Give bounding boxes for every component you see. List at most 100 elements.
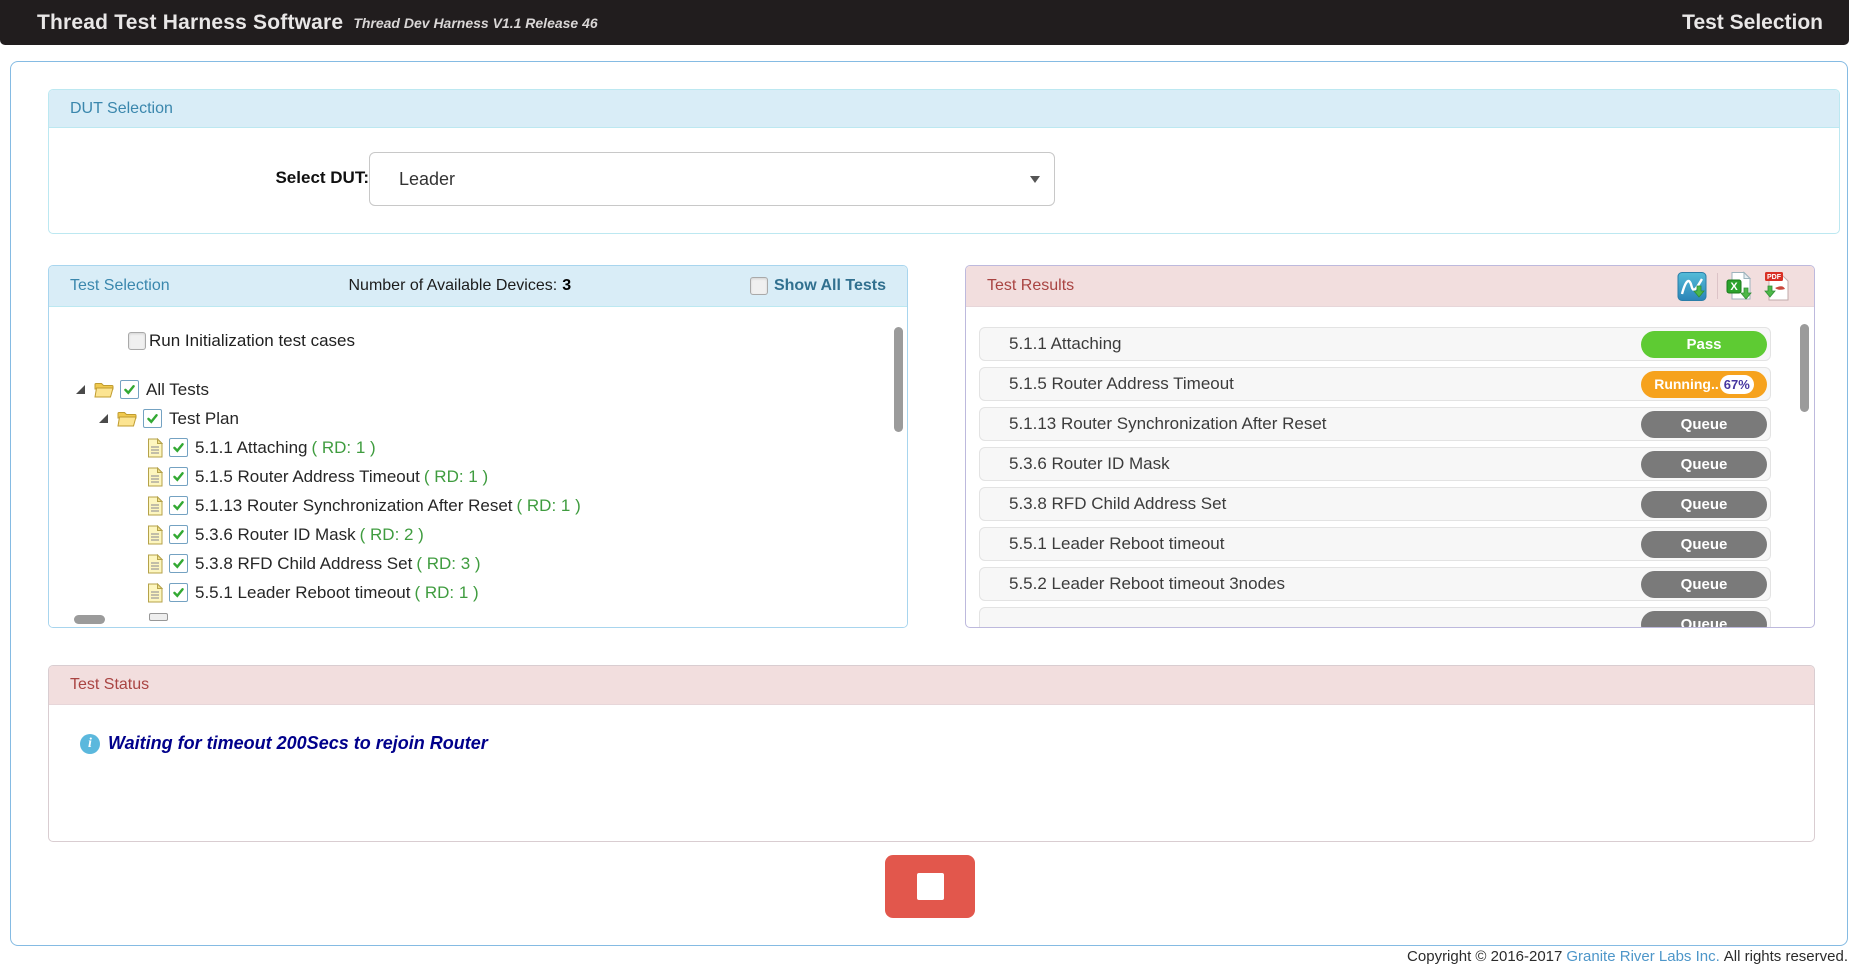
document-icon bbox=[147, 525, 163, 545]
test-label: 5.3.8 RFD Child Address Set( RD: 3 ) bbox=[195, 554, 481, 574]
test-results-body: 5.1.1 Attaching Pass 5.1.5 Router Addres… bbox=[966, 307, 1814, 627]
devices-label: Number of Available Devices: bbox=[348, 277, 557, 294]
status-badge: Pass bbox=[1641, 331, 1767, 358]
select-dut-label: Select DUT: bbox=[169, 168, 369, 188]
granite-river-labs-link[interactable]: Granite River Labs Inc. bbox=[1566, 948, 1719, 965]
pdf-download-icon[interactable]: PDF bbox=[1762, 271, 1793, 302]
test-selection-header: Test Selection Number of Available Devic… bbox=[49, 266, 907, 307]
status-badge: Queue bbox=[1641, 571, 1767, 598]
toolbar-separator bbox=[1717, 273, 1718, 299]
app-header: Thread Test Harness Software Thread Dev … bbox=[0, 0, 1849, 45]
result-name: 5.3.6 Router ID Mask bbox=[1009, 454, 1170, 474]
dut-panel-title: DUT Selection bbox=[70, 100, 173, 118]
result-row[interactable]: 5.5.1 Leader Reboot timeout Queue bbox=[979, 527, 1771, 561]
svg-text:PDF: PDF bbox=[1767, 274, 1782, 281]
document-icon bbox=[147, 583, 163, 603]
app-root: Thread Test Harness Software Thread Dev … bbox=[0, 0, 1858, 974]
dut-dropdown-value: Leader bbox=[399, 169, 455, 190]
excel-download-icon[interactable]: X bbox=[1725, 271, 1755, 302]
devices-count: 3 bbox=[562, 277, 571, 294]
run-init-checkbox[interactable] bbox=[128, 332, 146, 350]
status-badge: Running.. 67% bbox=[1641, 371, 1767, 398]
tree-test-item[interactable]: 5.1.1 Attaching( RD: 1 ) bbox=[49, 433, 907, 462]
result-row[interactable]: 5.5.2 Leader Reboot timeout 3nodes Queue bbox=[979, 567, 1771, 601]
app-subtitle: Thread Dev Harness V1.1 Release 46 bbox=[353, 15, 597, 31]
chart-download-icon[interactable] bbox=[1677, 271, 1710, 302]
result-name: 5.1.13 Router Synchronization After Rese… bbox=[1009, 414, 1327, 434]
result-name: 5.1.5 Router Address Timeout bbox=[1009, 374, 1234, 394]
tree-test-list: 5.1.1 Attaching( RD: 1 ) 5.1.5 Router Ad… bbox=[49, 433, 907, 607]
run-init-label: Run Initialization test cases bbox=[149, 331, 355, 351]
test-label: 5.5.1 Leader Reboot timeout( RD: 1 ) bbox=[195, 583, 479, 603]
dut-panel-body: Select DUT: Leader bbox=[49, 128, 1839, 233]
result-name: 5.5.1 Leader Reboot timeout bbox=[1009, 534, 1224, 554]
test-label: 5.1.5 Router Address Timeout( RD: 1 ) bbox=[195, 467, 488, 487]
tree-test-item[interactable]: 5.5.1 Leader Reboot timeout( RD: 1 ) bbox=[49, 578, 907, 607]
document-icon bbox=[147, 496, 163, 516]
folder-icon bbox=[117, 411, 137, 427]
rights-text: All rights reserved. bbox=[1724, 948, 1848, 965]
horizontal-scrollbar-thumb[interactable] bbox=[74, 615, 105, 624]
test-selection-title: Test Selection bbox=[70, 277, 170, 295]
result-row[interactable]: 5.1.13 Router Synchronization After Rese… bbox=[979, 407, 1771, 441]
result-row[interactable]: 5.3.6 Router ID Mask Queue bbox=[979, 447, 1771, 481]
vertical-scrollbar-thumb[interactable] bbox=[894, 327, 903, 432]
test-tree: All Tests bbox=[49, 375, 907, 607]
tree-test-item[interactable]: 5.3.6 Router ID Mask( RD: 2 ) bbox=[49, 520, 907, 549]
test-checkbox[interactable] bbox=[169, 467, 188, 486]
run-init-row: Run Initialization test cases bbox=[128, 331, 355, 351]
test-selection-panel: Test Selection Number of Available Devic… bbox=[48, 265, 908, 628]
tree-test-item[interactable]: 5.1.13 Router Synchronization After Rese… bbox=[49, 491, 907, 520]
status-message: Waiting for timeout 200Secs to rejoin Ro… bbox=[108, 733, 488, 754]
result-row[interactable]: 5.1.1 Attaching Pass bbox=[979, 327, 1771, 361]
document-icon bbox=[147, 438, 163, 458]
tree-test-item[interactable]: 5.1.5 Router Address Timeout( RD: 1 ) bbox=[49, 462, 907, 491]
test-label: 5.1.13 Router Synchronization After Rese… bbox=[195, 496, 581, 516]
status-label: Queue bbox=[1681, 496, 1728, 513]
test-checkbox[interactable] bbox=[169, 554, 188, 573]
test-checkbox[interactable] bbox=[169, 438, 188, 457]
test-status-header: Test Status bbox=[49, 666, 1814, 705]
test-plan-checkbox[interactable] bbox=[143, 409, 162, 428]
document-icon bbox=[147, 467, 163, 487]
show-all-tests-toggle[interactable]: Show All Tests bbox=[750, 277, 886, 295]
all-tests-checkbox[interactable] bbox=[120, 380, 139, 399]
tree-test-item[interactable]: 5.3.8 RFD Child Address Set( RD: 3 ) bbox=[49, 549, 907, 578]
result-row[interactable]: 5.3.8 RFD Child Address Set Queue bbox=[979, 487, 1771, 521]
show-all-label: Show All Tests bbox=[774, 277, 886, 295]
test-status-body: Waiting for timeout 200Secs to rejoin Ro… bbox=[49, 705, 1814, 841]
folder-icon bbox=[94, 382, 114, 398]
result-row[interactable]: Queue bbox=[979, 607, 1771, 627]
test-checkbox[interactable] bbox=[169, 583, 188, 602]
result-row[interactable]: 5.1.5 Router Address Timeout Running.. 6… bbox=[979, 367, 1771, 401]
result-name: 5.3.8 RFD Child Address Set bbox=[1009, 494, 1226, 514]
status-badge: Queue bbox=[1641, 411, 1767, 438]
status-label: Queue bbox=[1681, 416, 1728, 433]
vertical-scrollbar-thumb[interactable] bbox=[1800, 324, 1809, 412]
all-tests-label: All Tests bbox=[146, 380, 209, 400]
test-checkbox[interactable] bbox=[169, 496, 188, 515]
footer: Copyright © 2016-2017 Granite River Labs… bbox=[1407, 948, 1848, 965]
app-title: Thread Test Harness Software bbox=[37, 11, 343, 35]
caret-down-icon bbox=[1030, 176, 1040, 183]
results-list: 5.1.1 Attaching Pass 5.1.5 Router Addres… bbox=[966, 327, 1814, 627]
status-label: Queue bbox=[1681, 616, 1728, 628]
test-status-title: Test Status bbox=[70, 676, 149, 694]
test-checkbox[interactable] bbox=[169, 525, 188, 544]
results-toolbar: X PDF bbox=[1677, 271, 1793, 302]
expander-icon[interactable] bbox=[99, 414, 108, 423]
info-icon bbox=[80, 734, 100, 754]
status-badge: Queue bbox=[1641, 451, 1767, 478]
status-label: Pass bbox=[1686, 336, 1721, 353]
result-name: 5.5.2 Leader Reboot timeout 3nodes bbox=[1009, 574, 1285, 594]
stop-button[interactable] bbox=[885, 855, 975, 918]
show-all-checkbox[interactable] bbox=[750, 277, 768, 295]
test-label: 5.1.1 Attaching( RD: 1 ) bbox=[195, 438, 376, 458]
tree-node-all-tests[interactable]: All Tests bbox=[49, 375, 907, 404]
copyright-text: Copyright © 2016-2017 bbox=[1407, 948, 1562, 965]
expander-icon[interactable] bbox=[76, 385, 85, 394]
dut-dropdown[interactable]: Leader bbox=[369, 152, 1055, 206]
tree-node-test-plan[interactable]: Test Plan bbox=[49, 404, 907, 433]
progress-value: 67% bbox=[1720, 375, 1754, 394]
dut-panel-header: DUT Selection bbox=[49, 90, 1839, 128]
